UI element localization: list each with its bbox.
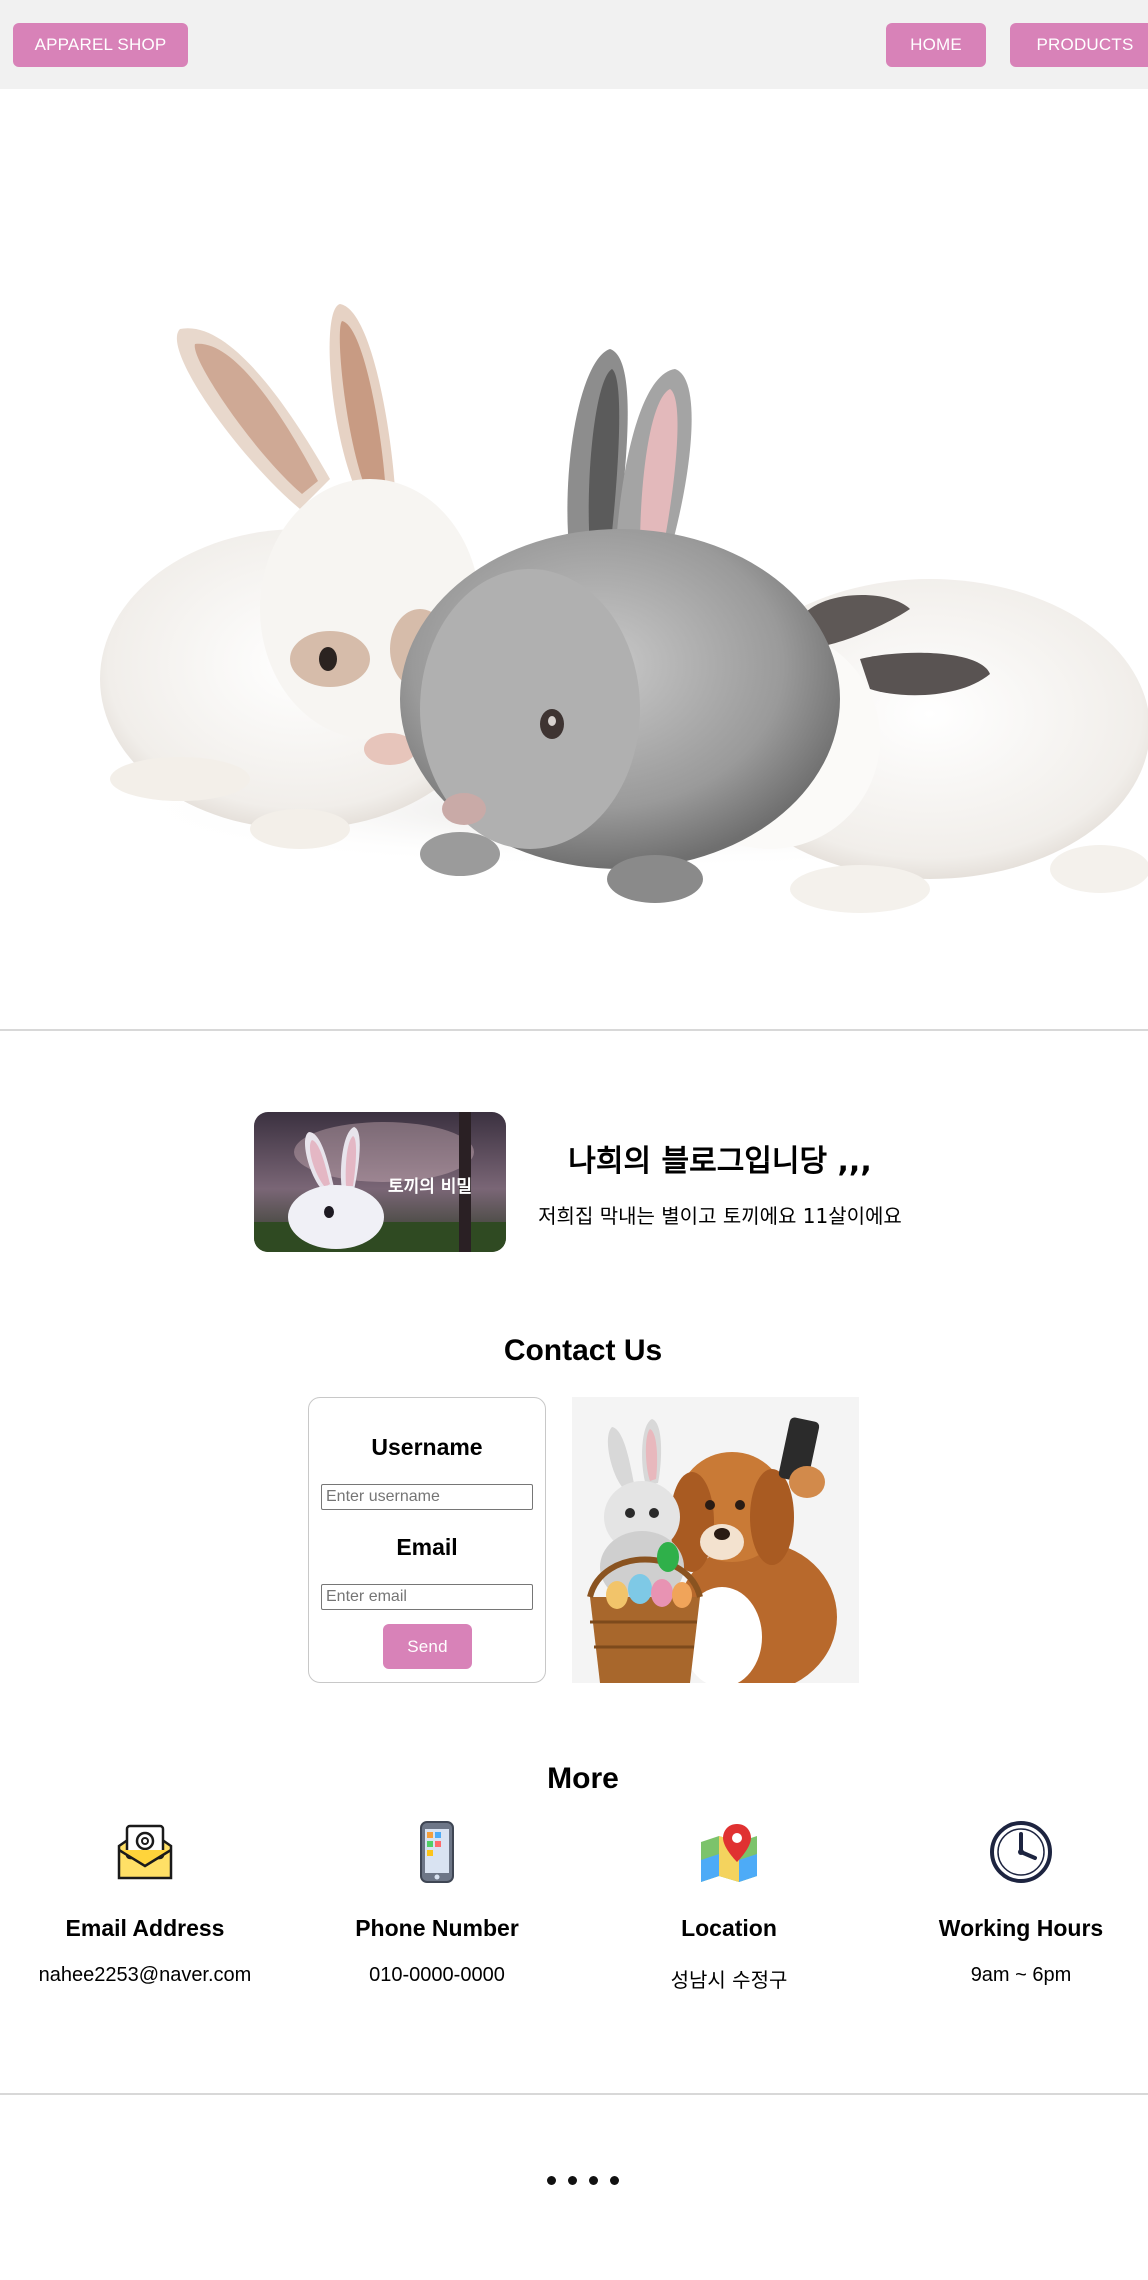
rabbit-and-dog-selfie-image <box>572 1397 859 1683</box>
phone-value: 010-0000-0000 <box>369 1964 505 1986</box>
send-button[interactable]: Send <box>383 1624 472 1669</box>
email-heading: Email Address <box>65 1915 225 1941</box>
phone-icon <box>420 1821 454 1883</box>
map-location-icon <box>701 1824 757 1882</box>
thumbnail-caption: 토끼의 비밀 <box>388 1176 472 1197</box>
carousel-dot[interactable] <box>589 2176 598 2185</box>
carousel-dot[interactable] <box>610 2176 619 2185</box>
more-title: More <box>547 1762 619 1795</box>
location-heading: Location <box>681 1915 777 1941</box>
section-divider <box>0 1029 1148 1031</box>
carousel-dot[interactable] <box>568 2176 577 2185</box>
hours-value: 9am ~ 6pm <box>970 1964 1072 1986</box>
location-value: 성남시 수정구 <box>670 1968 788 1992</box>
hours-heading: Working Hours <box>938 1915 1104 1941</box>
footer-divider <box>0 2093 1148 2095</box>
brand-button[interactable]: APPAREL SHOP <box>13 23 188 67</box>
hero-rabbits-image <box>0 89 1148 1029</box>
carousel-dot[interactable] <box>547 2176 556 2185</box>
phone-heading: Phone Number <box>355 1915 519 1941</box>
contact-title: Contact Us <box>503 1334 663 1367</box>
blog-title: 나희의 블로그입니당 ,,, <box>568 1144 872 1179</box>
username-label: Username <box>371 1434 483 1460</box>
blog-description: 저희집 막내는 별이고 토끼에요 11살이에요 <box>538 1204 902 1228</box>
clock-icon <box>990 1821 1052 1883</box>
email-value: nahee2253@naver.com <box>38 1964 252 1986</box>
nav-home-button[interactable]: HOME <box>886 23 986 67</box>
email-input[interactable] <box>321 1584 533 1610</box>
email-icon <box>117 1824 173 1880</box>
username-input[interactable] <box>321 1484 533 1510</box>
blog-thumbnail-image: 토끼의 비밀 <box>254 1112 506 1252</box>
email-label: Email <box>396 1534 458 1560</box>
nav-products-button[interactable]: PRODUCTS <box>1010 23 1148 67</box>
carousel-dots <box>0 2176 1148 2185</box>
contact-form: Username Email Send <box>308 1397 546 1683</box>
hero-rabbits-illustration <box>100 304 1148 913</box>
top-nav-bar: APPAREL SHOP HOME PRODUCTS <box>0 0 1148 89</box>
